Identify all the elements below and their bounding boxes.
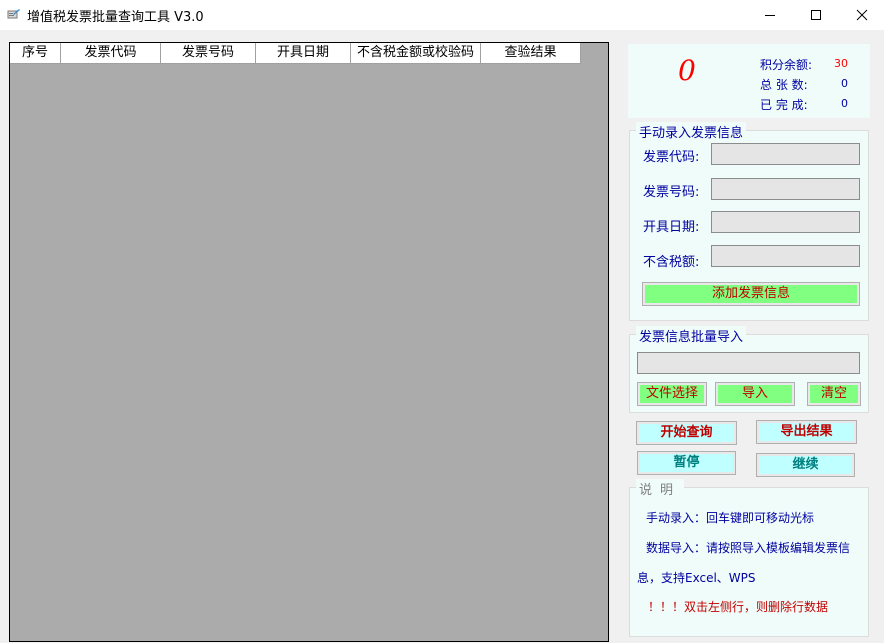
column-header-invoice-number[interactable]: 发票号码: [161, 43, 256, 64]
invoice-code-label: 发票代码:: [643, 150, 700, 165]
issue-date-label: 开具日期:: [643, 220, 700, 235]
current-count: 0: [678, 54, 696, 87]
maximize-button[interactable]: [793, 0, 839, 30]
export-results-button[interactable]: 导出结果: [757, 421, 856, 443]
column-header-amount-or-check-code[interactable]: 不含税金额或校验码: [351, 43, 481, 64]
minimize-button[interactable]: [747, 0, 793, 30]
title-bar: 增值税发票批量查询工具 V3.0: [0, 0, 884, 30]
instruction-delete-row-warning: ！！！双击左侧行，则删除行数据: [648, 600, 829, 614]
batch-import-group: 发票信息批量导入 文件选择 导入 清空: [629, 326, 869, 413]
total-count-label: 总 张 数:: [760, 78, 808, 92]
instruction-data-import: 数据导入：请按照导入模板编辑发票信: [646, 541, 851, 555]
instructions-legend: 说明: [636, 479, 685, 498]
instruction-manual-entry: 手动录入：回车键即可移动光标: [646, 511, 815, 525]
column-header-issue-date[interactable]: 开具日期: [256, 43, 351, 64]
invoice-code-input[interactable]: [711, 143, 860, 165]
total-count-value: 0: [841, 77, 848, 90]
instruction-data-import-cont: 息，支持Excel、WPS: [637, 571, 756, 585]
amount-excl-tax-label: 不含税额:: [643, 255, 700, 270]
window-title: 增值税发票批量查询工具 V3.0: [27, 10, 204, 25]
invoice-grid[interactable]: 序号 发票代码 发票号码 开具日期 不含税金额或校验码 查验结果: [9, 42, 609, 642]
resume-button[interactable]: 继续: [757, 454, 854, 476]
grid-header: 序号 发票代码 发票号码 开具日期 不含税金额或校验码 查验结果: [10, 43, 581, 64]
minimize-icon: [765, 15, 775, 16]
column-header-invoice-code[interactable]: 发票代码: [61, 43, 161, 64]
start-query-button[interactable]: 开始查询: [637, 422, 736, 444]
amount-excl-tax-input[interactable]: [711, 245, 860, 267]
import-file-path-input[interactable]: [637, 352, 860, 374]
invoice-number-input[interactable]: [711, 178, 860, 200]
stats-panel: 0 积分余额: 30 总 张 数: 0 已 完 成: 0: [628, 44, 870, 118]
manual-entry-group: 手动录入发票信息 发票代码: 发票号码: 开具日期: 不含税额: 添加发票信息: [629, 122, 869, 321]
manual-entry-legend: 手动录入发票信息: [636, 122, 747, 141]
points-balance-value: 30: [834, 57, 848, 70]
choose-file-button[interactable]: 文件选择: [638, 383, 706, 405]
close-button[interactable]: [839, 0, 884, 30]
column-header-index[interactable]: 序号: [10, 43, 61, 64]
app-icon: [7, 8, 21, 20]
batch-import-legend: 发票信息批量导入: [636, 326, 747, 345]
points-balance-label: 积分余额:: [760, 58, 813, 72]
issue-date-input[interactable]: [711, 211, 860, 233]
maximize-icon: [811, 10, 821, 20]
pause-button[interactable]: 暂停: [638, 452, 735, 474]
add-invoice-button[interactable]: 添加发票信息: [643, 283, 859, 305]
import-button[interactable]: 导入: [716, 383, 794, 405]
clear-button[interactable]: 清空: [808, 383, 860, 405]
invoice-number-label: 发票号码:: [643, 185, 700, 200]
completed-count-label: 已 完 成:: [760, 98, 808, 112]
close-icon: [856, 9, 868, 21]
completed-count-value: 0: [841, 97, 848, 110]
column-header-verify-result[interactable]: 查验结果: [481, 43, 581, 64]
instructions-group: 说明 手动录入：回车键即可移动光标 数据导入：请按照导入模板编辑发票信 息，支持…: [629, 479, 869, 637]
